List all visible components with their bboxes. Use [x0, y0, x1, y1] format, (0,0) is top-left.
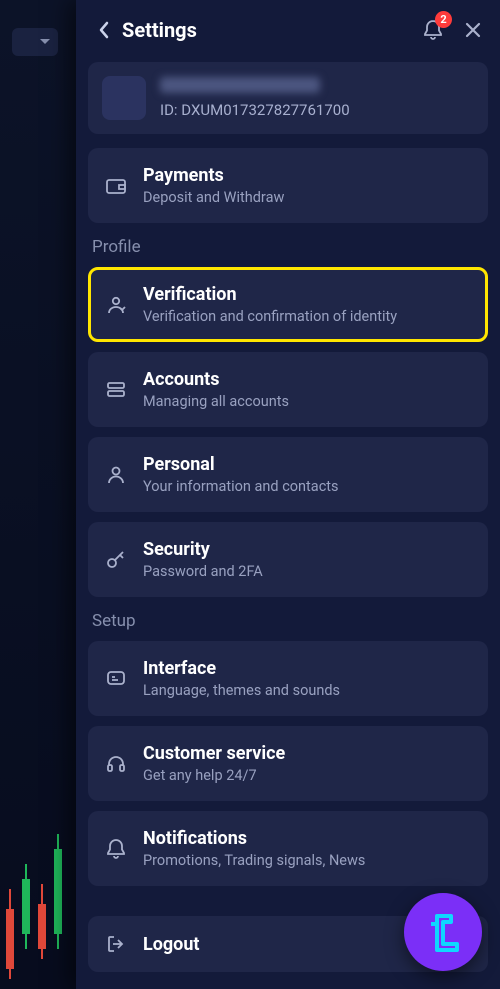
item-label: Customer service: [143, 743, 285, 764]
account-card[interactable]: ID: DXUM017327827761700: [88, 62, 488, 134]
item-sub: Get any help 24/7: [143, 767, 285, 784]
collapsed-dropdown[interactable]: [12, 28, 58, 56]
menu-item-customer-service[interactable]: Customer service Get any help 24/7: [88, 726, 488, 801]
item-sub: Promotions, Trading signals, News: [143, 852, 365, 869]
section-setup: Setup: [92, 611, 484, 631]
settings-panel: Settings 2 ID: DXUM017327827761700: [76, 0, 500, 989]
background-chart-sliver: [0, 0, 76, 989]
chevron-left-icon: [98, 21, 110, 39]
panel-header: Settings 2: [88, 14, 488, 54]
item-label: Notifications: [143, 828, 365, 849]
item-label: Security: [143, 539, 263, 560]
item-sub: Verification and confirmation of identit…: [143, 308, 397, 325]
account-name-obscured: [160, 77, 320, 93]
avatar: [102, 76, 146, 120]
item-label: Accounts: [143, 369, 289, 390]
item-label: Interface: [143, 658, 340, 679]
interface-icon: [105, 668, 127, 690]
item-sub: Password and 2FA: [143, 563, 263, 580]
candlestick-preview: [0, 809, 76, 989]
menu-item-payments[interactable]: Payments Deposit and Withdraw: [88, 148, 488, 223]
notifications-badge: 2: [435, 11, 452, 28]
key-icon: [105, 549, 127, 571]
headset-icon: [105, 753, 127, 775]
bell-icon: [105, 838, 127, 860]
menu-item-notifications[interactable]: Notifications Promotions, Trading signal…: [88, 811, 488, 886]
brand-logo-icon: [421, 910, 465, 954]
menu-item-interface[interactable]: Interface Language, themes and sounds: [88, 641, 488, 716]
item-sub: Managing all accounts: [143, 393, 289, 410]
item-label: Personal: [143, 454, 339, 475]
notifications-button[interactable]: 2: [420, 17, 446, 43]
menu-item-accounts[interactable]: Accounts Managing all accounts: [88, 352, 488, 427]
logout-icon: [105, 933, 127, 955]
wallet-icon: [105, 175, 127, 197]
menu-item-security[interactable]: Security Password and 2FA: [88, 522, 488, 597]
verification-icon: [105, 294, 127, 316]
item-label: Verification: [143, 284, 397, 305]
floating-action-button[interactable]: [404, 893, 482, 971]
item-label: Payments: [143, 165, 284, 186]
section-profile: Profile: [92, 237, 484, 257]
account-id: ID: DXUM017327827761700: [160, 101, 350, 119]
item-sub: Your information and contacts: [143, 478, 339, 495]
person-icon: [105, 464, 127, 486]
item-sub: Language, themes and sounds: [143, 682, 340, 699]
menu-item-verification[interactable]: Verification Verification and confirmati…: [88, 267, 488, 342]
back-button[interactable]: [90, 16, 118, 44]
item-label: Logout: [143, 934, 200, 955]
page-title: Settings: [122, 18, 197, 42]
accounts-icon: [105, 379, 127, 401]
item-sub: Deposit and Withdraw: [143, 189, 284, 206]
menu-item-personal[interactable]: Personal Your information and contacts: [88, 437, 488, 512]
close-icon: [464, 21, 482, 39]
close-button[interactable]: [460, 17, 486, 43]
